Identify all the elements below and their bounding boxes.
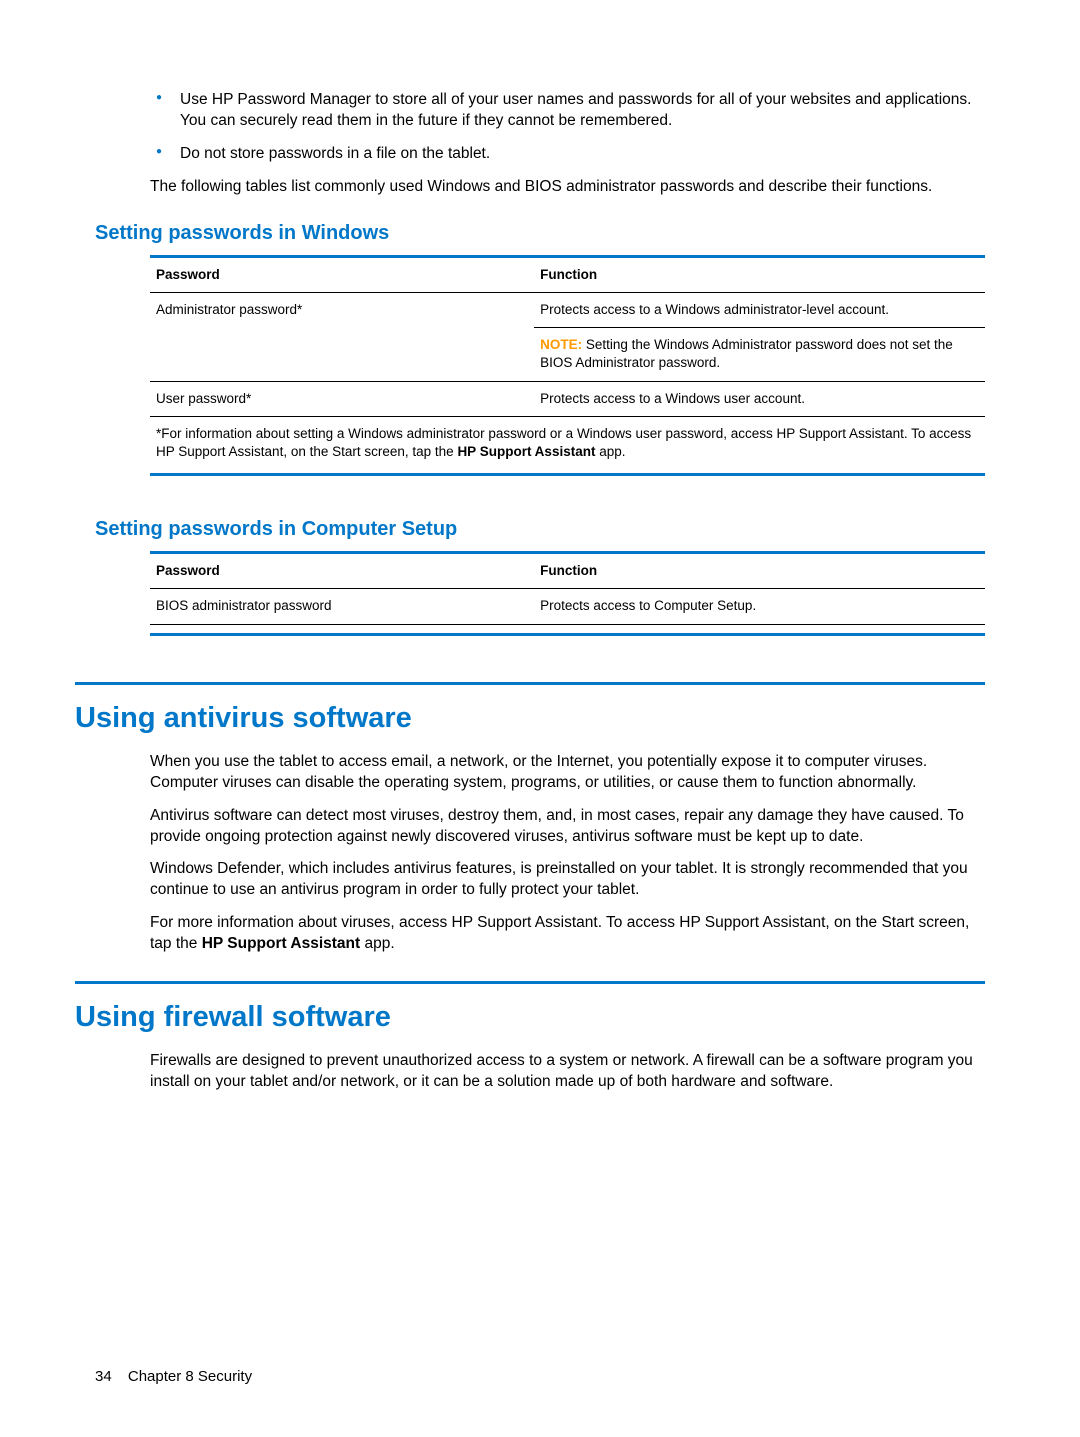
heading-antivirus: Using antivirus software — [75, 682, 985, 738]
list-item: Do not store passwords in a file on the … — [150, 144, 985, 165]
paragraph: Antivirus software can detect most virus… — [150, 806, 985, 848]
antivirus-body: When you use the tablet to access email,… — [150, 752, 985, 955]
heading-firewall: Using firewall software — [75, 981, 985, 1037]
cell-password: User password* — [150, 381, 534, 416]
note-label: NOTE: — [540, 337, 582, 352]
list-item: Use HP Password Manager to store all of … — [150, 90, 985, 132]
table-header-row: Password Function — [150, 256, 985, 292]
chapter-label: Chapter 8 Security — [128, 1368, 252, 1385]
table-row: Administrator password* Protects access … — [150, 292, 985, 381]
firewall-body: Firewalls are designed to prevent unauth… — [150, 1051, 985, 1093]
table-footnote: *For information about setting a Windows… — [150, 417, 985, 476]
page-footer: 34 Chapter 8 Security — [95, 1367, 252, 1387]
page-number: 34 — [95, 1368, 112, 1385]
function-note: NOTE: Setting the Windows Administrator … — [534, 328, 985, 380]
col-function: Function — [534, 553, 985, 589]
cell-function: Protects access to a Windows user accoun… — [534, 381, 985, 416]
function-text: Protects access to a Windows administrat… — [534, 293, 985, 328]
paragraph: When you use the tablet to access email,… — [150, 752, 985, 794]
table-bottom-rule — [150, 633, 985, 636]
para-bold: HP Support Assistant — [202, 935, 360, 952]
para-post: app. — [360, 935, 394, 952]
table-row: User password* Protects access to a Wind… — [150, 381, 985, 416]
cell-function: Protects access to Computer Setup. — [534, 589, 985, 624]
cell-password: BIOS administrator password — [150, 589, 534, 624]
bullet-list: Use HP Password Manager to store all of … — [150, 90, 985, 165]
footnote-bold: HP Support Assistant — [457, 444, 595, 459]
paragraph: Firewalls are designed to prevent unauth… — [150, 1051, 985, 1093]
setup-table-wrap: Password Function BIOS administrator pas… — [150, 551, 985, 635]
paragraph: Windows Defender, which includes antivir… — [150, 859, 985, 901]
heading-setup: Setting passwords in Computer Setup — [95, 516, 985, 543]
document-page: Use HP Password Manager to store all of … — [0, 0, 1080, 1437]
col-password: Password — [150, 553, 534, 589]
intro-paragraph: The following tables list commonly used … — [150, 177, 985, 198]
footnote-post: app. — [595, 444, 625, 459]
windows-table-wrap: Password Function Administrator password… — [150, 255, 985, 477]
paragraph: For more information about viruses, acce… — [150, 913, 985, 955]
windows-password-table: Password Function Administrator password… — [150, 255, 985, 417]
heading-windows: Setting passwords in Windows — [95, 220, 985, 247]
col-password: Password — [150, 256, 534, 292]
col-function: Function — [534, 256, 985, 292]
setup-password-table: Password Function BIOS administrator pas… — [150, 551, 985, 624]
note-text: Setting the Windows Administrator passwo… — [540, 337, 953, 370]
cell-password: Administrator password* — [150, 292, 534, 381]
intro-block: Use HP Password Manager to store all of … — [150, 90, 985, 198]
table-row: BIOS administrator password Protects acc… — [150, 589, 985, 624]
table-header-row: Password Function — [150, 553, 985, 589]
cell-function: Protects access to a Windows administrat… — [534, 292, 985, 381]
